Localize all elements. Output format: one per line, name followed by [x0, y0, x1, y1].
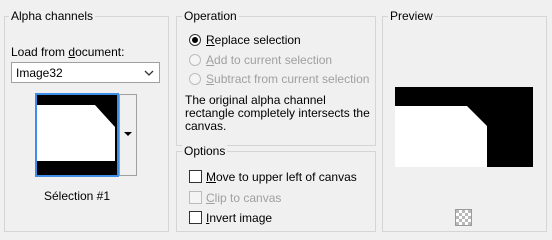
checkbox [189, 170, 202, 183]
radio-add-label: Add to current selection [206, 53, 333, 67]
clip-to-canvas-label: Clip to canvas [206, 191, 282, 205]
radio-replace-label: Replace selection [206, 33, 301, 47]
selection-caption: Sélection #1 [43, 189, 111, 203]
load-from-document-label: Load from document: [11, 45, 125, 59]
operation-title: Operation [182, 9, 239, 23]
document-select[interactable]: Image32 [11, 62, 160, 83]
checkbox [189, 191, 202, 204]
radio-subtract-label: Subtract from current selection [206, 72, 370, 86]
move-to-upper-left-label: Move to upper left of canvas [206, 170, 357, 184]
thumbnail-dropdown-button[interactable] [119, 94, 137, 176]
operation-description-line1: The original alpha channel [185, 93, 326, 107]
radio-button [189, 34, 201, 46]
alpha-channels-title: Alpha channels [9, 9, 96, 23]
operation-description-line2: rectangle completely intersects the [185, 106, 370, 120]
invert-image-label: Invert image [206, 211, 273, 225]
options-title: Options [182, 144, 228, 158]
selection-thumbnail-image [37, 95, 117, 175]
preview-title: Preview [388, 9, 435, 23]
selection-thumbnail[interactable] [35, 93, 119, 177]
operation-description-line3: canvas. [185, 119, 227, 133]
radio-button [189, 54, 201, 66]
checkbox [189, 211, 202, 224]
document-select-value: Image32 [16, 66, 63, 80]
chevron-down-icon [144, 67, 154, 81]
radio-button [189, 73, 201, 85]
triangle-down-icon [124, 132, 132, 136]
preview-image [395, 87, 533, 167]
checkerboard-icon[interactable] [455, 209, 472, 226]
